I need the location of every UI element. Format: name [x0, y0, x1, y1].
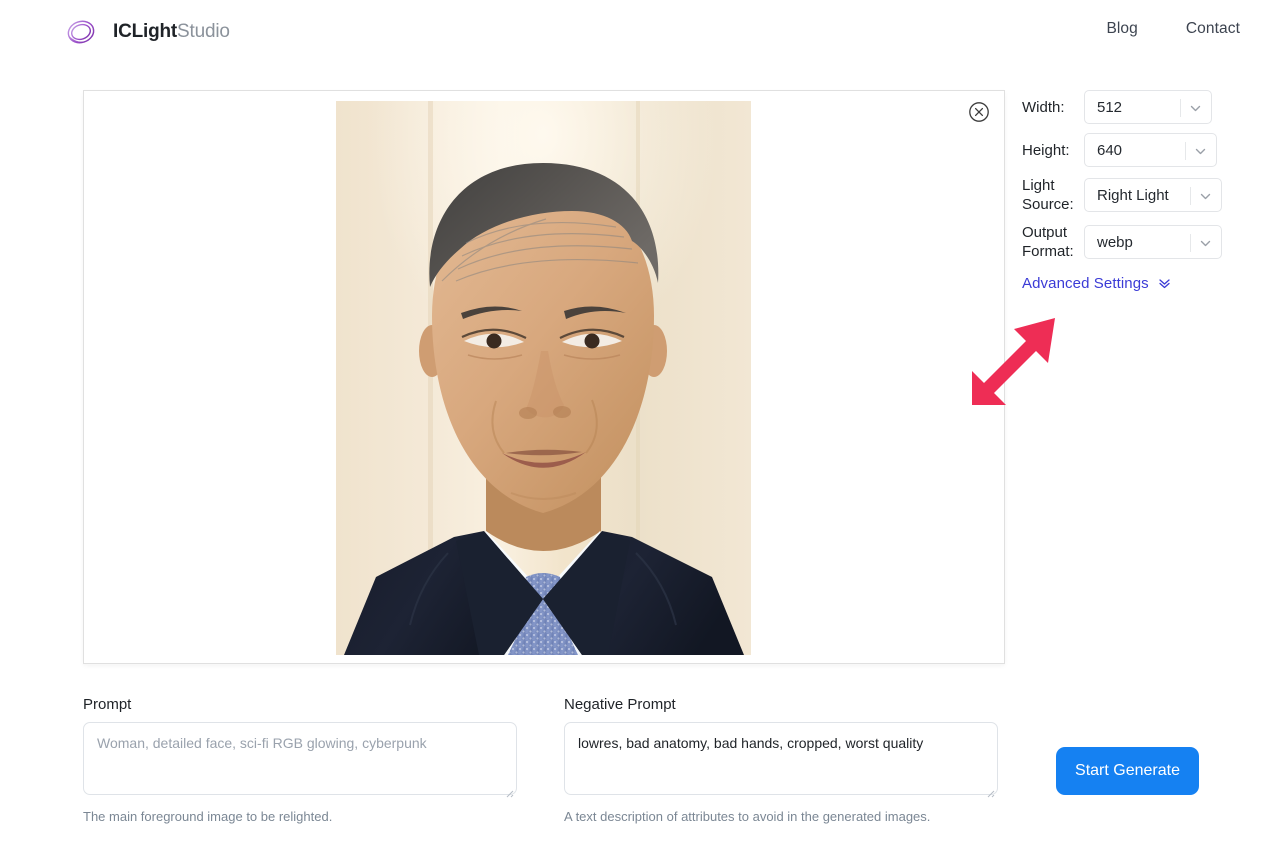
select-divider [1180, 99, 1181, 117]
height-select[interactable]: 640 [1084, 133, 1217, 167]
settings-panel: Width: 512 Height: 640 Light Source: Rig… [1022, 90, 1232, 293]
page-header: ICLightStudio Blog Contact [0, 0, 1280, 64]
output-format-select[interactable]: webp [1084, 225, 1222, 259]
chevron-down-icon [1194, 145, 1207, 158]
select-divider [1185, 142, 1186, 160]
light-source-label: Light Source: [1022, 177, 1074, 213]
image-preview-panel [83, 90, 1005, 664]
width-label: Width: [1022, 98, 1065, 116]
output-format-label: Output Format: [1022, 224, 1074, 260]
uploaded-photo[interactable] [336, 101, 751, 655]
start-generate-button[interactable]: Start Generate [1056, 747, 1199, 795]
prompt-input[interactable] [83, 722, 517, 795]
brand-title-light: Studio [177, 21, 230, 42]
main-nav: Blog Contact [1106, 20, 1240, 38]
advanced-settings-label: Advanced Settings [1022, 275, 1149, 292]
setting-row-light-source: Light Source: Right Light [1022, 176, 1232, 214]
negative-prompt-helper-text: A text description of attributes to avoi… [564, 809, 931, 824]
double-chevron-down-icon [1157, 276, 1172, 291]
chevron-down-icon [1199, 237, 1212, 250]
negative-prompt-label: Negative Prompt [564, 696, 676, 713]
light-source-select[interactable]: Right Light [1084, 178, 1222, 212]
brand-logo[interactable]: ICLightStudio [62, 13, 230, 51]
advanced-settings-toggle[interactable]: Advanced Settings [1022, 275, 1172, 292]
nav-link-contact[interactable]: Contact [1186, 20, 1240, 38]
prompt-helper-text: The main foreground image to be relighte… [83, 809, 333, 824]
setting-row-output-format: Output Format: webp [1022, 223, 1232, 261]
circle-x-icon[interactable] [968, 101, 990, 123]
width-select[interactable]: 512 [1084, 90, 1212, 124]
select-divider [1190, 234, 1191, 252]
select-divider [1190, 187, 1191, 205]
setting-row-width: Width: 512 [1022, 90, 1232, 124]
prompt-label: Prompt [83, 696, 132, 713]
spiral-swirl-logo-icon [62, 13, 100, 51]
prompt-field-group: Prompt The main foreground image to be r… [83, 696, 517, 824]
chevron-down-icon [1189, 102, 1202, 115]
output-format-value: webp [1097, 233, 1133, 251]
light-source-value: Right Light [1097, 186, 1169, 204]
negative-prompt-input[interactable] [564, 722, 998, 795]
negative-prompt-field-group: Negative Prompt A text description of at… [564, 696, 998, 824]
nav-link-blog[interactable]: Blog [1106, 20, 1137, 38]
brand-title: ICLightStudio [113, 21, 230, 43]
chevron-down-icon [1199, 190, 1212, 203]
setting-row-height: Height: 640 [1022, 133, 1232, 167]
brand-title-bold: ICLight [113, 21, 178, 42]
height-value: 640 [1097, 141, 1123, 159]
width-value: 512 [1097, 98, 1123, 116]
height-label: Height: [1022, 141, 1070, 159]
